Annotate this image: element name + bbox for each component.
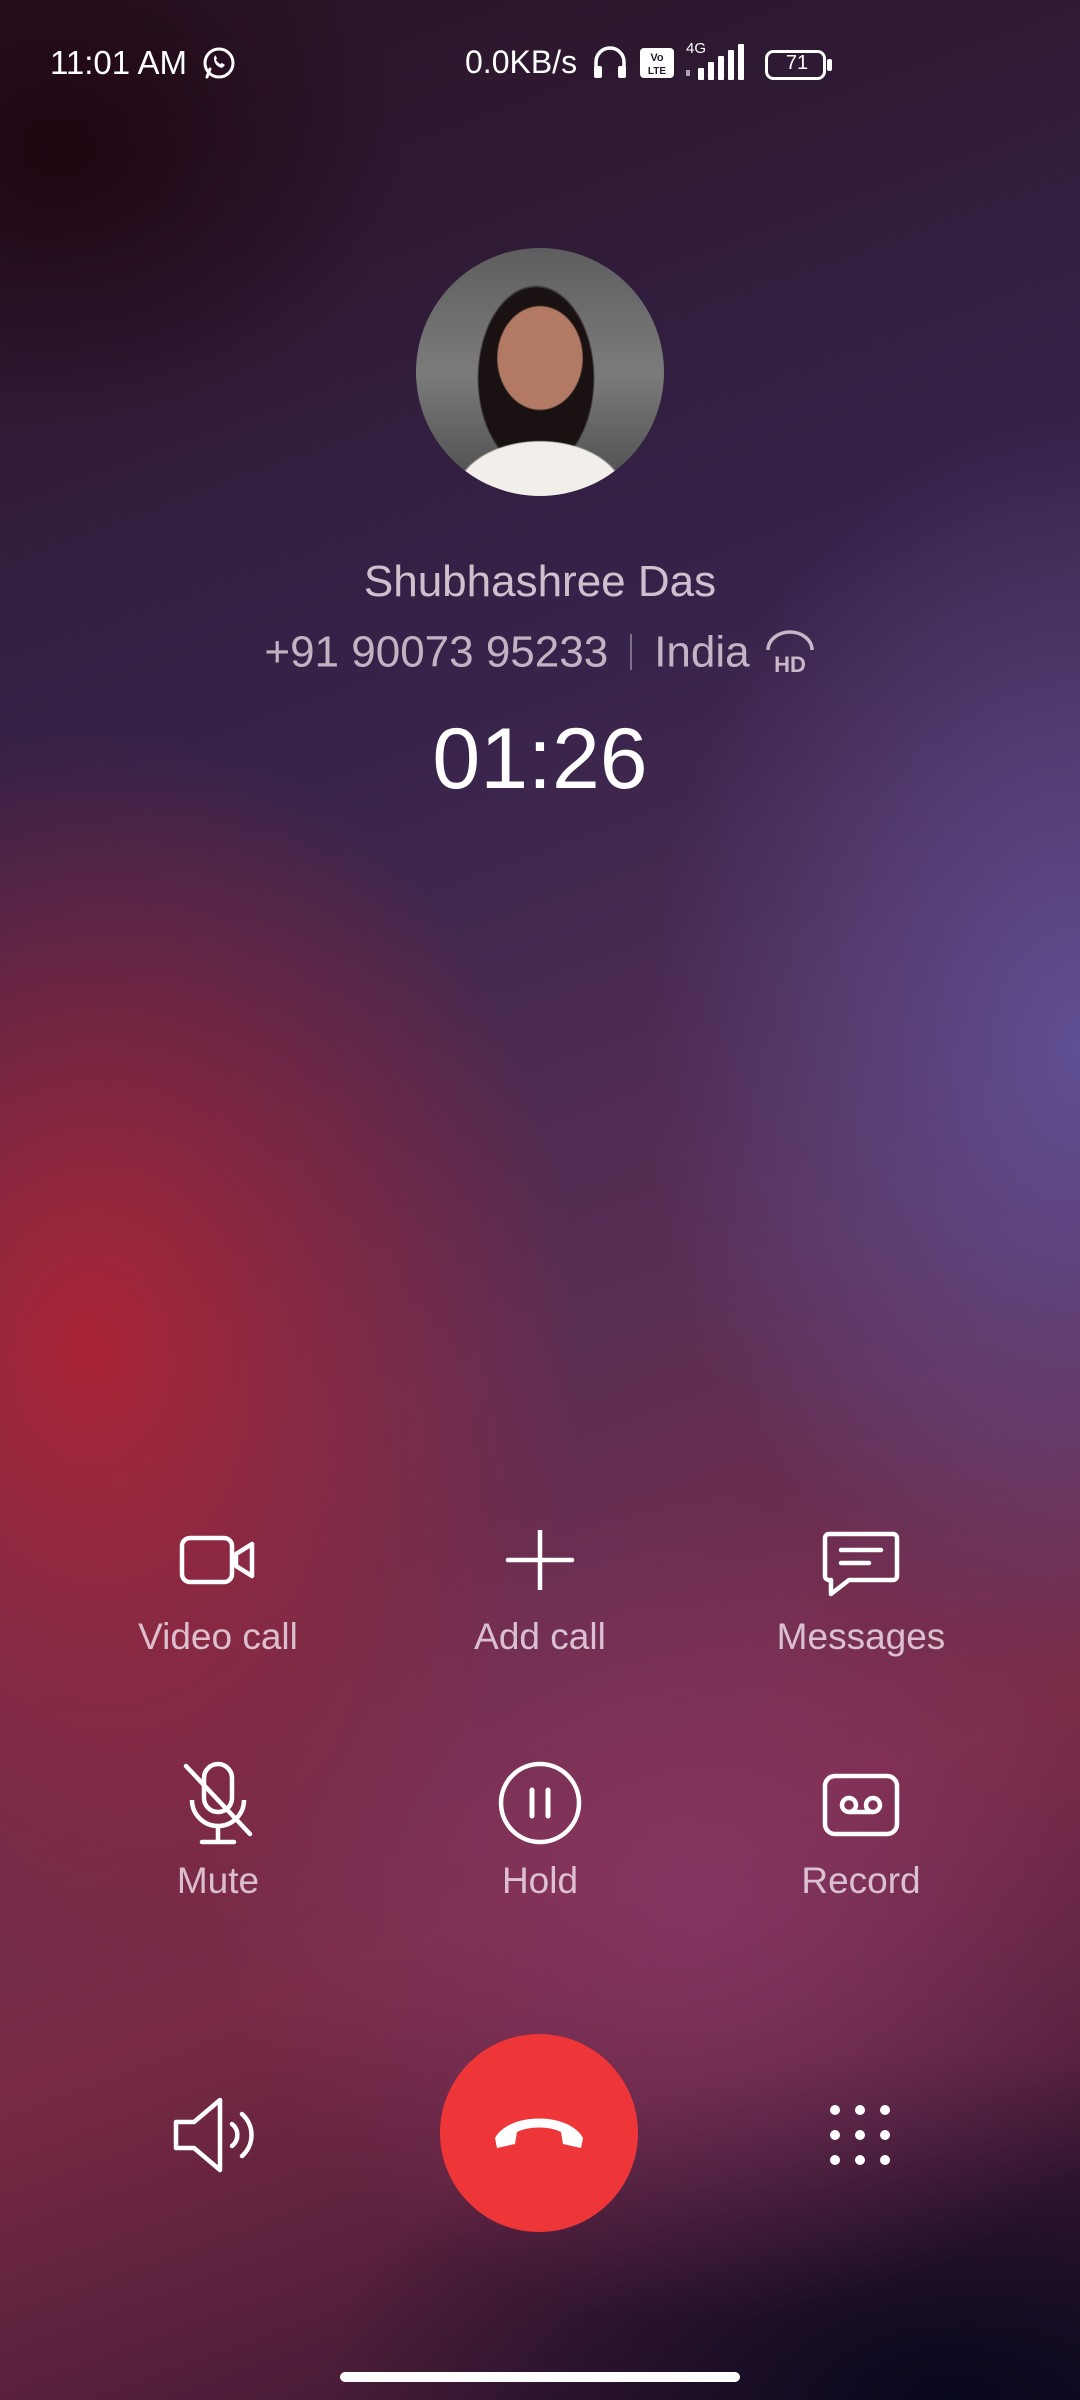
network-type: 4G: [686, 40, 706, 57]
messages-label: Messages: [776, 1616, 946, 1657]
svg-text:Vo: Vo: [650, 52, 664, 64]
speaker-icon[interactable]: [168, 2090, 268, 2180]
caller-number: +91 90073 95233: [264, 627, 609, 677]
status-bar: 11:01 AM 0.0KB/s Vo LTE 4G 71: [0, 0, 1080, 130]
end-call-icon: [495, 2118, 583, 2148]
add-call-button[interactable]: Add call: [390, 1530, 690, 1658]
caller-avatar: [416, 248, 664, 496]
mute-button[interactable]: Mute: [68, 1760, 368, 1902]
video-call-button[interactable]: Video call: [68, 1530, 368, 1658]
pause-icon: [498, 1761, 582, 1845]
caller-number-row: +91 90073 95233 India HD: [0, 625, 1080, 677]
divider: [630, 634, 633, 671]
hd-badge: HD: [774, 652, 806, 674]
add-call-label: Add call: [474, 1616, 606, 1657]
caller-location: India: [654, 627, 750, 677]
record-button[interactable]: Record: [711, 1760, 1011, 1902]
video-call-icon: [179, 1535, 255, 1585]
hold-label: Hold: [501, 1860, 579, 1901]
message-icon: [822, 1531, 900, 1597]
status-time: 11:01 AM: [50, 44, 187, 81]
hold-button[interactable]: Hold: [390, 1760, 690, 1902]
battery-level: 71: [785, 52, 809, 74]
mute-label: Mute: [176, 1860, 260, 1901]
network-speed: 0.0KB/s: [465, 44, 578, 80]
volte-icon: Vo LTE: [640, 48, 674, 78]
signal-icon: 4G: [686, 40, 744, 80]
plus-icon: [505, 1530, 575, 1590]
video-call-label: Video call: [138, 1616, 298, 1657]
svg-text:LTE: LTE: [648, 66, 666, 77]
end-call-button[interactable]: [440, 2034, 638, 2232]
mic-off-icon: [183, 1761, 253, 1845]
call-duration: 01:26: [432, 711, 648, 807]
headset-icon: [594, 46, 626, 78]
hd-voice-icon: HD: [765, 630, 814, 674]
home-indicator[interactable]: [340, 2372, 740, 2382]
whatsapp-icon: [203, 47, 235, 79]
record-icon: [822, 1773, 900, 1837]
caller-name: Shubhashree Das: [363, 557, 717, 606]
record-label: Record: [801, 1860, 921, 1901]
messages-button[interactable]: Messages: [711, 1530, 1011, 1658]
dialpad-icon[interactable]: [825, 2100, 895, 2170]
